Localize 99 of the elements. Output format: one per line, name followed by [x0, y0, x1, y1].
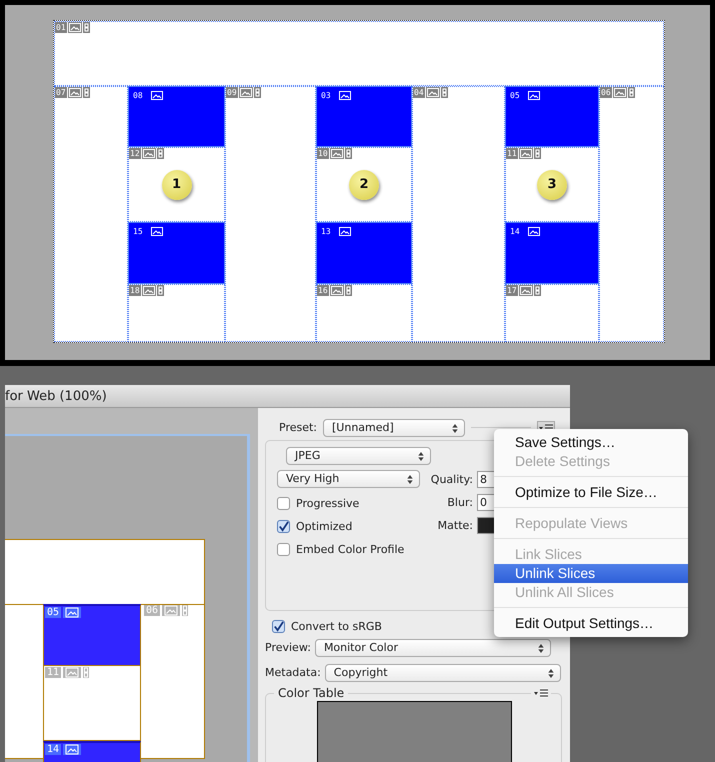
number-marker: 3 — [537, 170, 567, 200]
user-slice[interactable]: 13 — [316, 222, 412, 284]
image-icon — [63, 744, 82, 755]
preview-label: Preview: — [265, 641, 311, 654]
updown-arrows-icon — [538, 644, 544, 653]
color-table-title: Color Table — [274, 686, 348, 700]
checkbox-option[interactable]: Embed Color Profile — [277, 540, 427, 559]
image-icon — [68, 87, 82, 98]
auto-slice[interactable]: 06 — [599, 86, 664, 342]
menu-item[interactable]: Save Settings… — [494, 433, 688, 452]
checkbox[interactable] — [272, 620, 285, 633]
image-icon — [518, 148, 533, 159]
image-icon — [63, 607, 82, 618]
preset-dropdown[interactable]: [Unnamed] — [323, 418, 466, 437]
slice-number: 15 — [132, 226, 144, 237]
checkbox-option[interactable]: Progressive — [277, 494, 427, 513]
link-icon — [534, 148, 541, 159]
slice-number: 06 — [600, 87, 612, 98]
link-icon — [344, 285, 352, 296]
link-icon — [156, 285, 164, 296]
user-slice[interactable]: 15 — [128, 222, 225, 284]
user-slice[interactable]: 05 — [505, 86, 599, 147]
slice-number: 01 — [55, 22, 67, 33]
slice-number: 05 — [509, 90, 521, 101]
slice-number: 14 — [509, 226, 521, 237]
checkbox[interactable] — [277, 497, 290, 510]
slice-number: 09 — [226, 87, 238, 98]
image-icon — [162, 605, 180, 616]
slice-number: 14 — [45, 744, 62, 755]
field-label: Blur: — [447, 496, 473, 509]
slice-number: 12 — [129, 148, 141, 159]
link-icon — [182, 605, 188, 616]
checkbox[interactable] — [277, 520, 290, 534]
link-icon — [440, 87, 448, 98]
auto-slice[interactable]: 17 — [505, 284, 599, 342]
auto-slice[interactable]: 10 2 — [316, 147, 412, 222]
image-icon — [330, 148, 344, 159]
slice-number: 17 — [506, 285, 518, 296]
window-title: for Web (100%) — [5, 388, 107, 404]
number-marker: 2 — [349, 170, 379, 200]
auto-slice[interactable]: 12 1 — [128, 147, 225, 222]
link-icon — [628, 87, 635, 98]
preview-dropdown[interactable]: Monitor Color — [314, 638, 551, 657]
slice-number: 03 — [320, 90, 332, 101]
user-slice[interactable]: 14 — [505, 222, 599, 284]
slice-number: 16 — [317, 285, 329, 296]
slice-number: 05 — [45, 607, 62, 618]
auto-slice[interactable]: 18 — [128, 284, 225, 342]
slice-number: 04 — [413, 87, 425, 98]
slice-number: 10 — [317, 148, 329, 159]
updown-arrows-icon — [418, 452, 424, 461]
user-slice[interactable]: 14 — [43, 741, 141, 762]
slice-number: 06 — [144, 605, 160, 616]
menu-item[interactable]: Unlink Slices — [494, 564, 688, 583]
field-label: Matte: — [438, 518, 473, 532]
user-slice[interactable]: 08 — [128, 86, 225, 147]
image-icon — [63, 667, 82, 678]
user-slice[interactable]: 03 — [316, 86, 412, 147]
link-icon — [82, 87, 90, 98]
preset-label: Preset: — [279, 421, 318, 434]
metadata-dropdown[interactable]: Copyright — [324, 664, 561, 682]
link-icon — [534, 285, 541, 296]
image-icon — [612, 87, 627, 98]
link-icon — [156, 148, 164, 159]
field-label: Quality: — [430, 472, 473, 486]
auto-slice[interactable]: 11 3 — [505, 147, 599, 222]
slice-number: 11 — [45, 667, 62, 678]
image-icon — [338, 226, 352, 237]
updown-arrows-icon — [407, 474, 413, 484]
slice-number: 13 — [320, 226, 332, 237]
checkbox-option[interactable]: Optimized — [277, 518, 427, 536]
slice-number: 18 — [129, 285, 141, 296]
menu-item[interactable]: Edit Output Settings… — [494, 614, 688, 633]
link-icon — [83, 667, 90, 678]
slice-number: 08 — [132, 90, 144, 101]
user-slice[interactable]: 05 — [43, 604, 141, 666]
metadata-label: Metadata: — [265, 666, 321, 680]
image-icon — [150, 226, 164, 237]
image-icon — [338, 90, 352, 101]
auto-slice[interactable]: 16 — [316, 284, 412, 342]
image-icon — [142, 148, 156, 159]
checkbox[interactable] — [277, 543, 290, 556]
slice-number: 07 — [55, 87, 67, 98]
image-icon — [518, 285, 533, 296]
slice-number: 11 — [506, 148, 518, 159]
image-icon — [426, 87, 440, 98]
updown-arrows-icon — [548, 668, 554, 678]
quality-dropdown[interactable]: Very High — [277, 470, 420, 488]
format-dropdown[interactable]: JPEG — [286, 446, 431, 465]
link-icon — [254, 87, 261, 98]
image-icon — [526, 90, 541, 101]
updown-arrows-icon — [452, 424, 458, 433]
image-icon — [150, 90, 164, 101]
image-icon — [330, 285, 344, 296]
image-icon — [142, 285, 156, 296]
image-icon — [526, 226, 541, 237]
image-icon — [238, 87, 253, 98]
number-marker: 1 — [162, 170, 192, 200]
link-icon — [344, 148, 352, 159]
